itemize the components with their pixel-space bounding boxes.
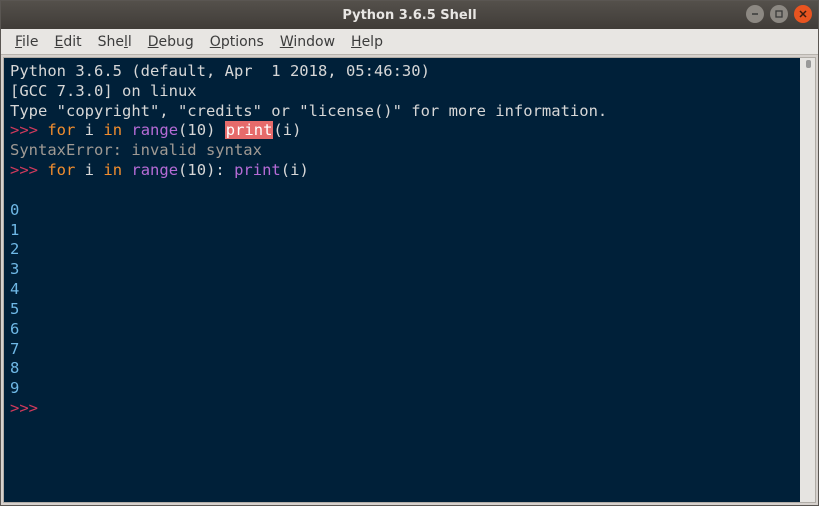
menu-file[interactable]: File [7,32,46,52]
banner-line: Type "copyright", "credits" or "license(… [10,102,607,120]
vertical-scrollbar[interactable] [800,58,815,502]
prompt: >>> [10,121,47,139]
maximize-button[interactable] [770,5,788,23]
output-line: 2 [10,240,19,258]
minimize-button[interactable] [746,5,764,23]
error-text: SyntaxError: invalid syntax [10,141,262,159]
menu-help[interactable]: Help [343,32,391,52]
menubar: File Edit Shell Debug Options Window Hel… [1,29,818,55]
shell-text[interactable]: Python 3.6.5 (default, Apr 1 2018, 05:46… [4,58,800,502]
close-button[interactable] [794,5,812,23]
menu-debug[interactable]: Debug [140,32,202,52]
banner-line: [GCC 7.3.0] on linux [10,82,197,100]
window-title: Python 3.6.5 Shell [342,8,476,23]
output-line: 6 [10,320,19,338]
prompt: >>> [10,161,47,179]
output-line: 5 [10,300,19,318]
menu-options[interactable]: Options [202,32,272,52]
prompt: >>> [10,399,47,417]
minimize-icon [750,9,760,19]
idle-window: Python 3.6.5 Shell File Edit Shell Debug… [0,0,819,506]
maximize-icon [774,9,784,19]
titlebar[interactable]: Python 3.6.5 Shell [1,1,818,29]
error-highlight: print [225,121,274,139]
output-line: 4 [10,280,19,298]
menu-shell[interactable]: Shell [90,32,140,52]
scroll-thumb-icon [806,60,811,68]
output-line: 1 [10,221,19,239]
banner-line: Python 3.6.5 (default, Apr 1 2018, 05:46… [10,62,439,80]
menu-window[interactable]: Window [272,32,343,52]
menu-edit[interactable]: Edit [46,32,89,52]
output-line: 0 [10,201,19,219]
window-controls [746,5,812,23]
output-line: 3 [10,260,19,278]
editor-area: Python 3.6.5 (default, Apr 1 2018, 05:46… [3,57,816,503]
close-icon [798,9,808,19]
output-line: 9 [10,379,19,397]
output-line: 8 [10,359,19,377]
output-line: 7 [10,340,19,358]
